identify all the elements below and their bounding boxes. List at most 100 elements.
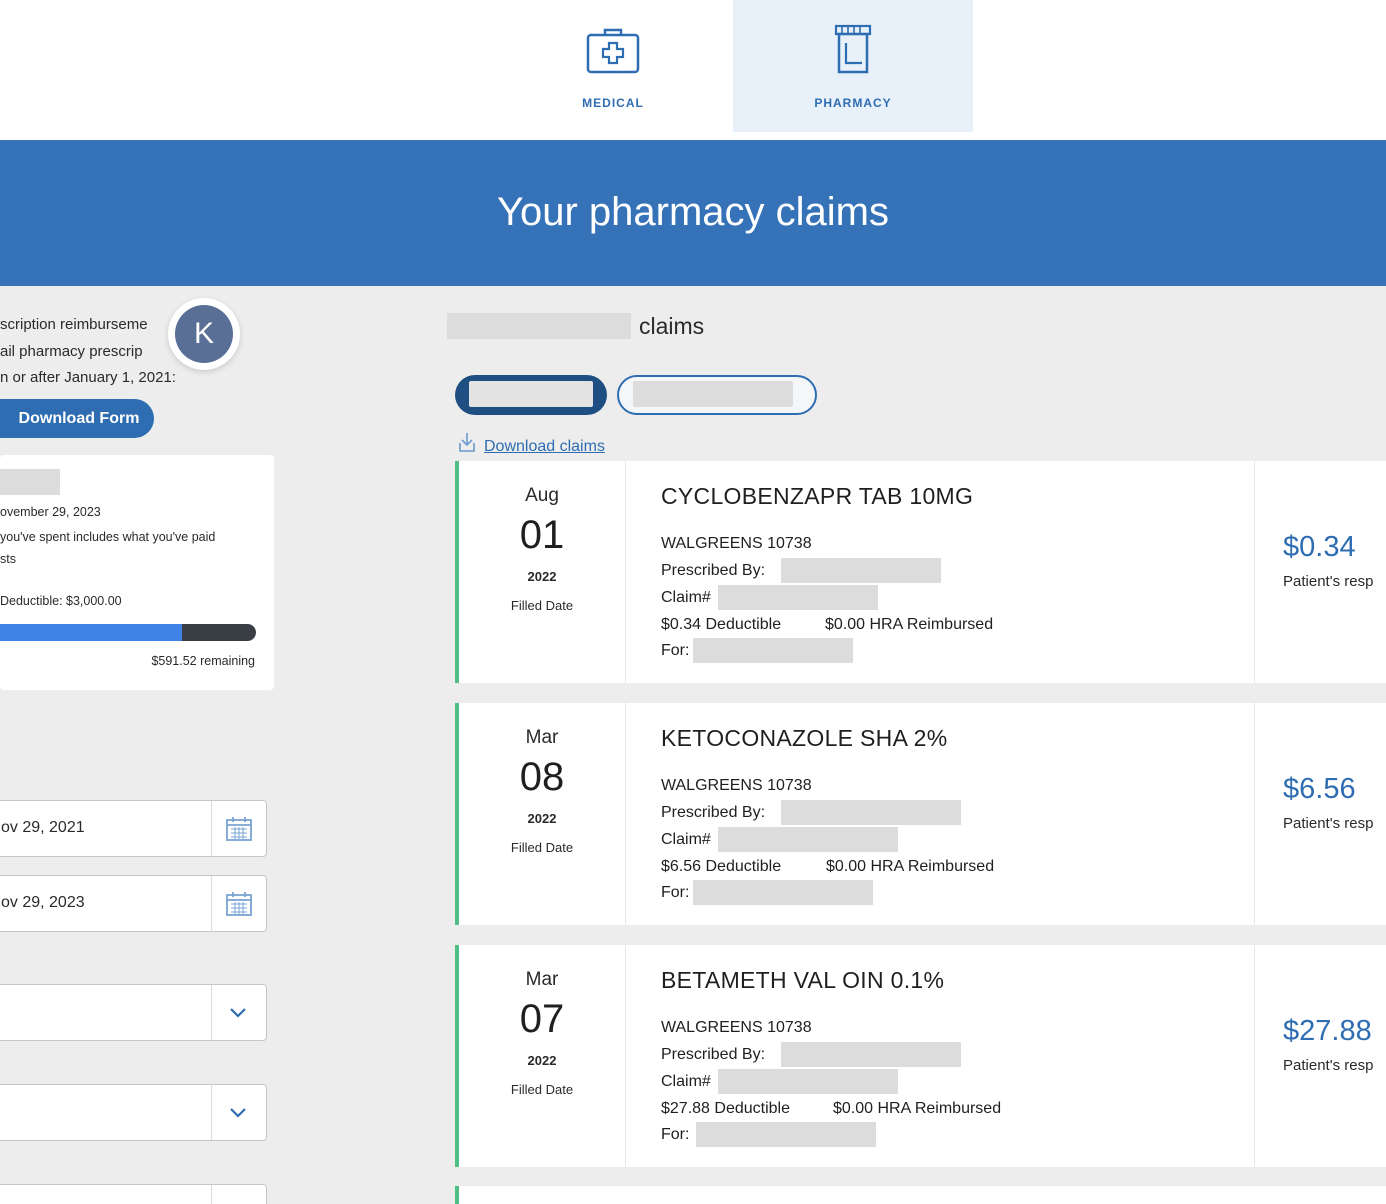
pharmacy-name: WALGREENS 10738	[661, 1019, 812, 1036]
claim-amount-column: $6.56 Patient's resp	[1254, 703, 1386, 925]
calendar-icon[interactable]	[225, 891, 253, 917]
avatar[interactable]: K	[168, 298, 240, 370]
claim-date: Mar 07 2022 Filled Date	[459, 945, 626, 1167]
tab-medical-label: MEDICAL	[582, 96, 644, 110]
filter-select-2[interactable]	[0, 1084, 267, 1141]
redacted-block	[781, 1042, 961, 1067]
spend-as-of: ovember 29, 2023	[0, 505, 101, 519]
field-divider	[211, 985, 212, 1040]
redacted-block	[469, 381, 593, 407]
claim-card[interactable]: Mar 07 2022 Filled Date BETAMETH VAL OIN…	[455, 945, 1386, 1167]
redacted-block	[633, 381, 793, 407]
claim-amount-label: Patient's resp	[1283, 573, 1374, 590]
member-filter-pill-active[interactable]	[455, 375, 607, 415]
prescribed-by-label: Prescribed By:	[661, 804, 766, 821]
field-divider	[211, 801, 212, 856]
claim-hra-reimbursed: $0.00 HRA Reimbursed	[826, 858, 995, 875]
end-date-value: ov 29, 2023	[1, 894, 85, 911]
claim-amount-column: $27.88 Patient's resp	[1254, 945, 1386, 1167]
claim-card[interactable]	[455, 1186, 1386, 1204]
claim-hra-reimbursed: $0.00 HRA Reimbursed	[833, 1100, 1002, 1117]
page-banner: Your pharmacy claims	[0, 140, 1386, 286]
sidebar-info-line: ail pharmacy prescrip	[0, 343, 143, 360]
claim-deductible: $27.88 Deductible	[661, 1100, 790, 1117]
start-date-value: ov 29, 2021	[1, 819, 85, 836]
start-date-field[interactable]: ov 29, 2021	[0, 800, 267, 857]
tab-medical[interactable]: MEDICAL	[493, 0, 733, 140]
spend-note: sts	[0, 552, 16, 566]
redacted-block	[781, 800, 961, 825]
claim-for-label: For:	[661, 884, 690, 901]
top-tab-bar: MEDICAL PHARMACY	[0, 0, 1386, 140]
filter-select-1[interactable]	[0, 984, 267, 1041]
tab-pharmacy-label: PHARMACY	[814, 96, 892, 110]
claim-amount-column: $0.34 Patient's resp	[1254, 461, 1386, 683]
chevron-down-icon[interactable]	[229, 1007, 247, 1019]
claim-number-label: Claim#	[661, 589, 711, 606]
field-divider	[211, 1085, 212, 1140]
pill-bottle-icon	[834, 24, 872, 74]
claim-month: Mar	[525, 969, 559, 990]
claim-amount-label: Patient's resp	[1283, 815, 1374, 832]
deductible-progress-bar	[0, 624, 256, 641]
claim-day: 07	[519, 997, 565, 1041]
claim-deductible: $6.56 Deductible	[661, 858, 782, 875]
claim-day: 01	[519, 513, 565, 557]
drug-name: BETAMETH VAL OIN 0.1%	[661, 967, 945, 993]
redacted-block	[781, 558, 941, 583]
claim-card[interactable]: Aug 01 2022 Filled Date CYCLOBENZAPR TAB…	[455, 461, 1386, 683]
claims-heading: claims	[639, 313, 705, 339]
spend-note: you've spent includes what you've paid	[0, 530, 216, 544]
drug-name: CYCLOBENZAPR TAB 10MG	[661, 483, 974, 509]
calendar-icon[interactable]	[225, 816, 253, 842]
download-claims-label: Download claims	[484, 438, 605, 455]
download-form-button[interactable]: Download Form	[0, 399, 154, 438]
claim-month: Mar	[525, 727, 559, 748]
claim-year: 2022	[527, 1053, 557, 1068]
redacted-block	[693, 880, 873, 905]
chevron-down-icon[interactable]	[229, 1107, 247, 1119]
claim-amount-label: Patient's resp	[1283, 1057, 1374, 1074]
deductible-progress-fill	[0, 624, 182, 641]
redacted-block	[718, 827, 898, 852]
filter-select-3[interactable]	[0, 1184, 267, 1204]
redacted-block	[447, 313, 631, 339]
claim-date: Mar 08 2022 Filled Date	[459, 703, 626, 925]
claim-for-label: For:	[661, 642, 690, 659]
redacted-block	[696, 1122, 876, 1147]
claim-amount: $6.56	[1283, 773, 1356, 805]
sidebar-info-line: n or after January 1, 2021:	[0, 369, 176, 386]
avatar-initial: K	[175, 305, 233, 363]
claim-for-label: For:	[661, 1126, 690, 1143]
end-date-field[interactable]: ov 29, 2023	[0, 875, 267, 932]
claim-number-label: Claim#	[661, 831, 711, 848]
drug-name: KETOCONAZOLE SHA 2%	[661, 725, 948, 751]
filled-date-label: Filled Date	[510, 1082, 574, 1097]
member-filter-pill[interactable]	[617, 375, 817, 415]
download-claims-link[interactable]: Download claims	[458, 432, 605, 455]
redacted-block	[718, 585, 878, 610]
pharmacy-name: WALGREENS 10738	[661, 535, 812, 552]
remaining-amount: $591.52 remaining	[151, 654, 255, 668]
pharmacy-name: WALGREENS 10738	[661, 777, 812, 794]
claim-number-label: Claim#	[661, 1073, 711, 1090]
page-title: Your pharmacy claims	[496, 190, 889, 234]
sidebar-info-line: scription reimburseme	[0, 316, 148, 333]
filled-date-label: Filled Date	[510, 840, 574, 855]
deductible-label: Deductible: $3,000.00	[0, 594, 122, 608]
redacted-block	[718, 1069, 898, 1094]
claim-day: 08	[519, 755, 565, 799]
redacted-block	[693, 638, 853, 663]
medical-kit-icon	[586, 28, 640, 74]
prescribed-by-label: Prescribed By:	[661, 1046, 766, 1063]
claim-date: Aug 01 2022 Filled Date	[459, 461, 626, 683]
claim-card[interactable]: Mar 08 2022 Filled Date KETOCONAZOLE SHA…	[455, 703, 1386, 925]
download-icon	[459, 433, 475, 452]
field-divider	[211, 876, 212, 931]
claim-hra-reimbursed: $0.00 HRA Reimbursed	[825, 616, 994, 633]
claim-month: Aug	[525, 485, 559, 506]
claim-deductible: $0.34 Deductible	[661, 616, 782, 633]
prescribed-by-label: Prescribed By:	[661, 562, 766, 579]
field-divider	[211, 1185, 212, 1204]
tab-pharmacy[interactable]: PHARMACY	[733, 0, 973, 132]
